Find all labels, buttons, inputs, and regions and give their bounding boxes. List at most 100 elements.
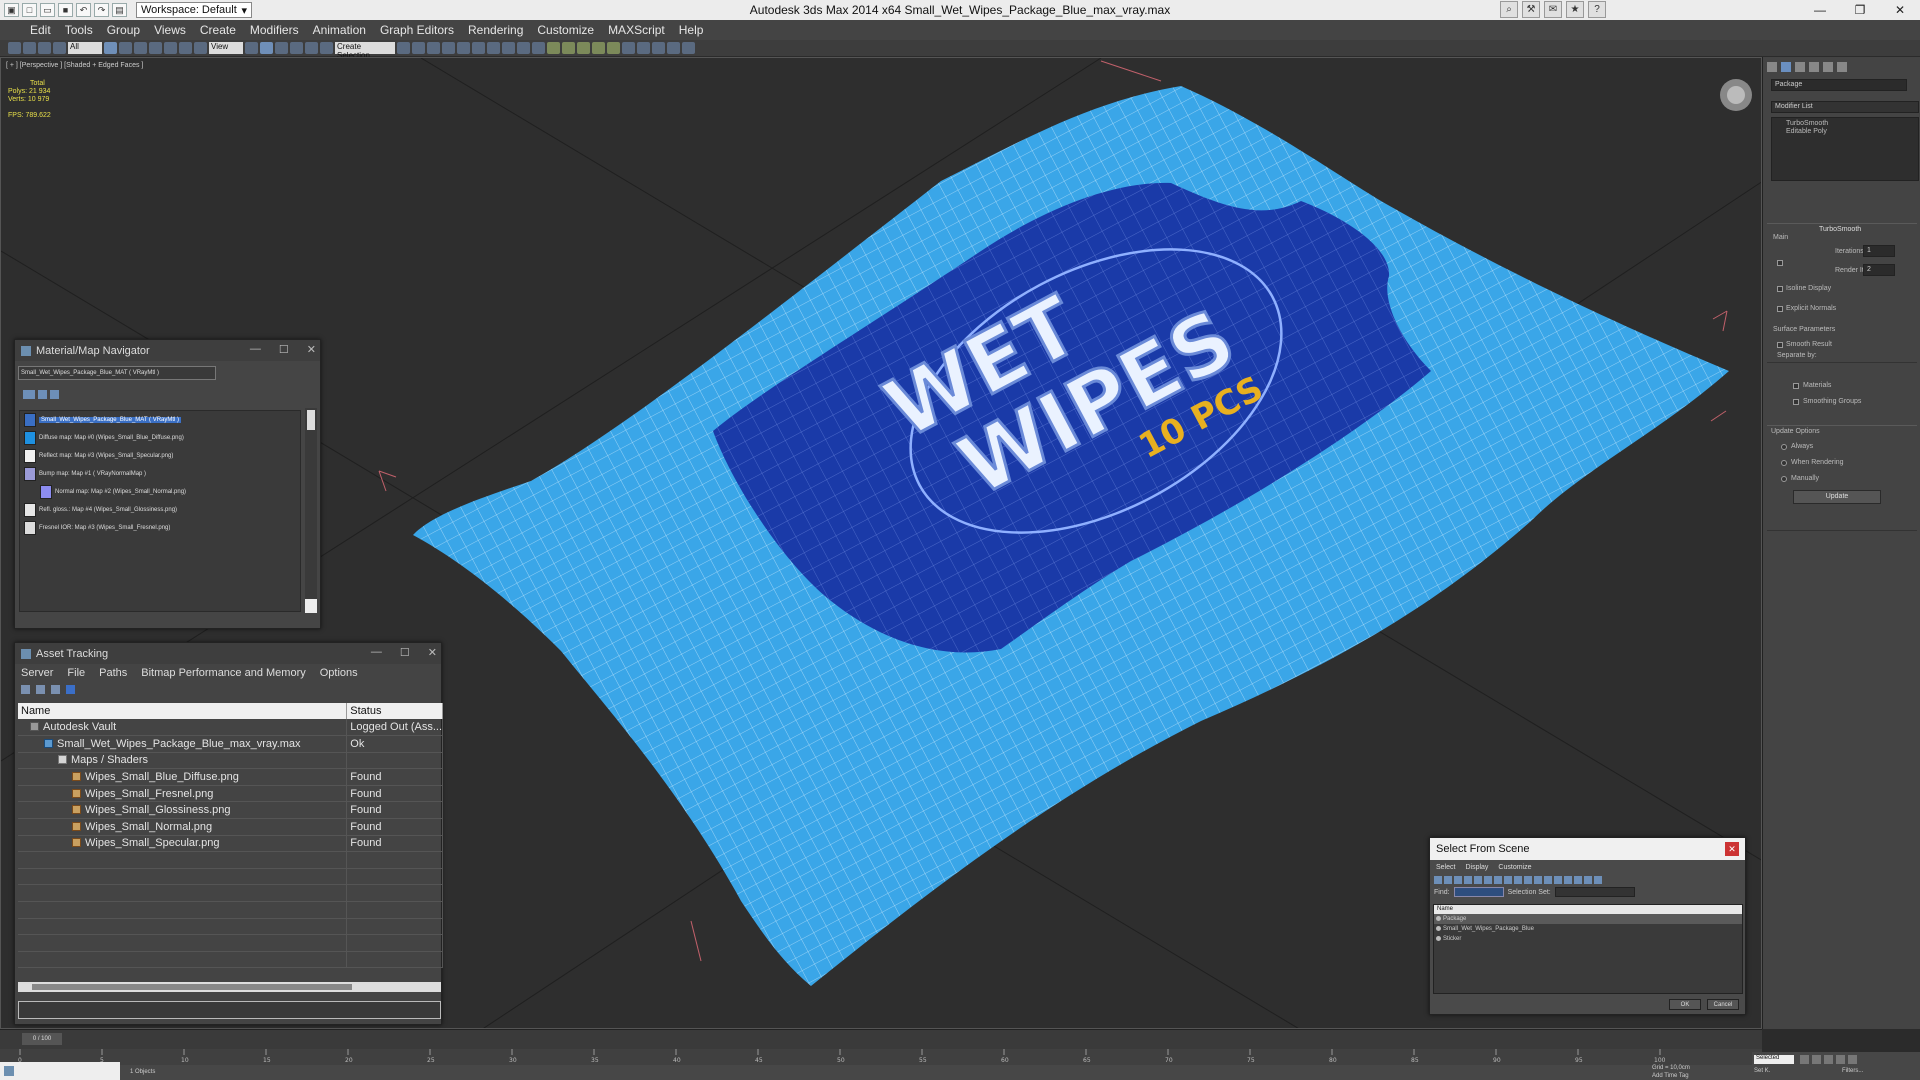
render-iters-checkbox[interactable]: [1777, 260, 1783, 266]
table-row[interactable]: Wipes_Small_Specular.png Found: [18, 835, 443, 853]
select-object-icon[interactable]: [104, 42, 117, 54]
filter-groups-icon[interactable]: [1494, 876, 1502, 884]
schematic-view-icon[interactable]: [472, 42, 485, 54]
set-key-button[interactable]: Set K.: [1754, 1068, 1770, 1074]
table-row[interactable]: Wipes_Small_Fresnel.png Found: [18, 785, 443, 803]
menu-customize[interactable]: Customize: [1498, 864, 1531, 871]
maximize-icon[interactable]: ☐: [400, 646, 410, 659]
rendered-frame-icon[interactable]: [517, 42, 530, 54]
menu-rendering[interactable]: Rendering: [468, 23, 523, 37]
table-row[interactable]: Small_Wet_Wipes_Package_Blue_max_vray.ma…: [18, 735, 443, 753]
filter-xrefs-icon[interactable]: [1504, 876, 1512, 884]
material-navigator-titlebar[interactable]: Material/Map Navigator — ☐ ✕: [15, 340, 320, 361]
asset-path-field[interactable]: [18, 1001, 441, 1019]
list-view-icon[interactable]: [36, 684, 45, 694]
filter-containers-icon[interactable]: [1524, 876, 1532, 884]
stack-item-editable-poly[interactable]: Editable Poly: [1786, 128, 1827, 135]
table-row[interactable]: Maps / Shaders: [18, 752, 443, 770]
menu-graph-editors[interactable]: Graph Editors: [380, 23, 454, 37]
menu-server[interactable]: Server: [21, 667, 53, 679]
menu-create[interactable]: Create: [200, 23, 236, 37]
iterations-spinner[interactable]: 1: [1863, 245, 1895, 257]
scale-icon[interactable]: [194, 42, 207, 54]
render-setup-icon[interactable]: [502, 42, 515, 54]
filter-spacewarps-icon[interactable]: [1484, 876, 1492, 884]
current-material-field[interactable]: Small_Wet_Wipes_Package_Blue_MAT ( VRayM…: [18, 366, 216, 380]
scrollbar-thumb[interactable]: [32, 984, 352, 990]
snap-toggle-icon[interactable]: [275, 42, 288, 54]
asset-tracking-titlebar[interactable]: Asset Tracking — ☐ ✕: [15, 643, 441, 664]
maxscript-mini-listener[interactable]: [0, 1062, 120, 1080]
list-column-header[interactable]: Name: [1434, 905, 1742, 914]
workspace-dropdown[interactable]: Workspace: Default ▾: [136, 2, 252, 18]
minimize-icon[interactable]: —: [371, 646, 382, 659]
smooth-result-checkbox[interactable]: [1777, 342, 1783, 348]
tree-row-normal[interactable]: Normal map: Map #2 (Wipes_Small_Normal.p…: [40, 485, 186, 499]
filter-shapes-icon[interactable]: [1444, 876, 1452, 884]
menu-customize[interactable]: Customize: [537, 23, 594, 37]
utilities-tab-icon[interactable]: [1837, 62, 1847, 72]
menu-paths[interactable]: Paths: [99, 667, 127, 679]
window-crossing-icon[interactable]: [149, 42, 162, 54]
layer-manager-icon[interactable]: [427, 42, 440, 54]
minimize-icon[interactable]: —: [1800, 0, 1840, 20]
navigator-scrollbar[interactable]: [305, 408, 317, 613]
display-none-icon[interactable]: [1564, 876, 1572, 884]
display-tab-icon[interactable]: [1823, 62, 1833, 72]
selection-set-dropdown[interactable]: [1554, 887, 1635, 897]
rotate-icon[interactable]: [179, 42, 192, 54]
modify-tab-icon[interactable]: [1781, 62, 1791, 72]
redo-icon[interactable]: ↷: [94, 3, 109, 17]
maximize-icon[interactable]: ☐: [279, 343, 289, 356]
motion-tab-icon[interactable]: [1809, 62, 1819, 72]
reference-coordinate-dropdown[interactable]: View: [209, 42, 243, 54]
vray-proxy-icon[interactable]: [607, 42, 620, 54]
explicit-normals-checkbox[interactable]: [1777, 306, 1783, 312]
table-row[interactable]: Wipes_Small_Blue_Diffuse.png Found: [18, 768, 443, 786]
angle-snap-icon[interactable]: [290, 42, 303, 54]
track-bar[interactable]: 0 5 10 15 20 25 30 35 40 45 50 55 60 65 …: [0, 1049, 1762, 1065]
manually-radio[interactable]: [1781, 476, 1787, 482]
table-row[interactable]: Autodesk Vault Logged Out (Ass...: [18, 719, 443, 737]
filter-cameras-icon[interactable]: [1464, 876, 1472, 884]
tree-row-bump[interactable]: Bump map: Map #1 ( VRayNormalMap ): [24, 467, 146, 481]
columns-icon[interactable]: [1594, 876, 1602, 884]
cancel-button[interactable]: Cancel: [1707, 999, 1739, 1010]
object-name-field[interactable]: Package: [1771, 79, 1907, 91]
extra-tool-1-icon[interactable]: [622, 42, 635, 54]
align-icon[interactable]: [412, 42, 425, 54]
menu-modifiers[interactable]: Modifiers: [250, 23, 299, 37]
close-icon[interactable]: ✕: [428, 646, 437, 659]
undo-icon[interactable]: ↶: [76, 3, 91, 17]
save-icon[interactable]: ■: [58, 3, 73, 17]
filter-lights-icon[interactable]: [1454, 876, 1462, 884]
favorites-icon[interactable]: ★: [1566, 1, 1584, 18]
prev-frame-icon[interactable]: [1812, 1055, 1821, 1064]
manipulate-icon[interactable]: [260, 42, 273, 54]
time-slider-thumb[interactable]: 0 / 100: [22, 1033, 62, 1045]
rectangular-selection-icon[interactable]: [134, 42, 147, 54]
menu-help[interactable]: Help: [679, 23, 704, 37]
render-production-icon[interactable]: [532, 42, 545, 54]
pivot-center-icon[interactable]: [245, 42, 258, 54]
small-icon-view-icon[interactable]: [50, 390, 59, 399]
viewcube-icon[interactable]: [1720, 79, 1752, 111]
update-button[interactable]: Update: [1793, 490, 1881, 504]
selection-filter-dropdown[interactable]: All: [68, 42, 102, 54]
select-link-icon[interactable]: [23, 42, 36, 54]
column-header-name[interactable]: Name: [18, 703, 348, 719]
isoline-checkbox[interactable]: [1777, 286, 1783, 292]
tree-row-material[interactable]: Small_Wet_Wipes_Package_Blue_MAT ( VRayM…: [24, 413, 182, 427]
add-time-tag-button[interactable]: Add Time Tag: [1652, 1073, 1689, 1079]
spinner-snap-icon[interactable]: [320, 42, 333, 54]
binoculars-icon[interactable]: ⌕: [1500, 1, 1518, 18]
when-rendering-radio[interactable]: [1781, 460, 1787, 466]
time-slider[interactable]: 0 / 100: [0, 1029, 1762, 1049]
close-icon[interactable]: ✕: [1880, 0, 1920, 20]
scene-item-sticker[interactable]: Sticker: [1434, 934, 1742, 944]
play-icon[interactable]: [1824, 1055, 1833, 1064]
horizontal-scrollbar[interactable]: [18, 982, 441, 992]
icon-view-icon[interactable]: [38, 390, 47, 399]
project-folder-icon[interactable]: ▤: [112, 3, 127, 17]
list-view-icon[interactable]: [23, 390, 35, 399]
